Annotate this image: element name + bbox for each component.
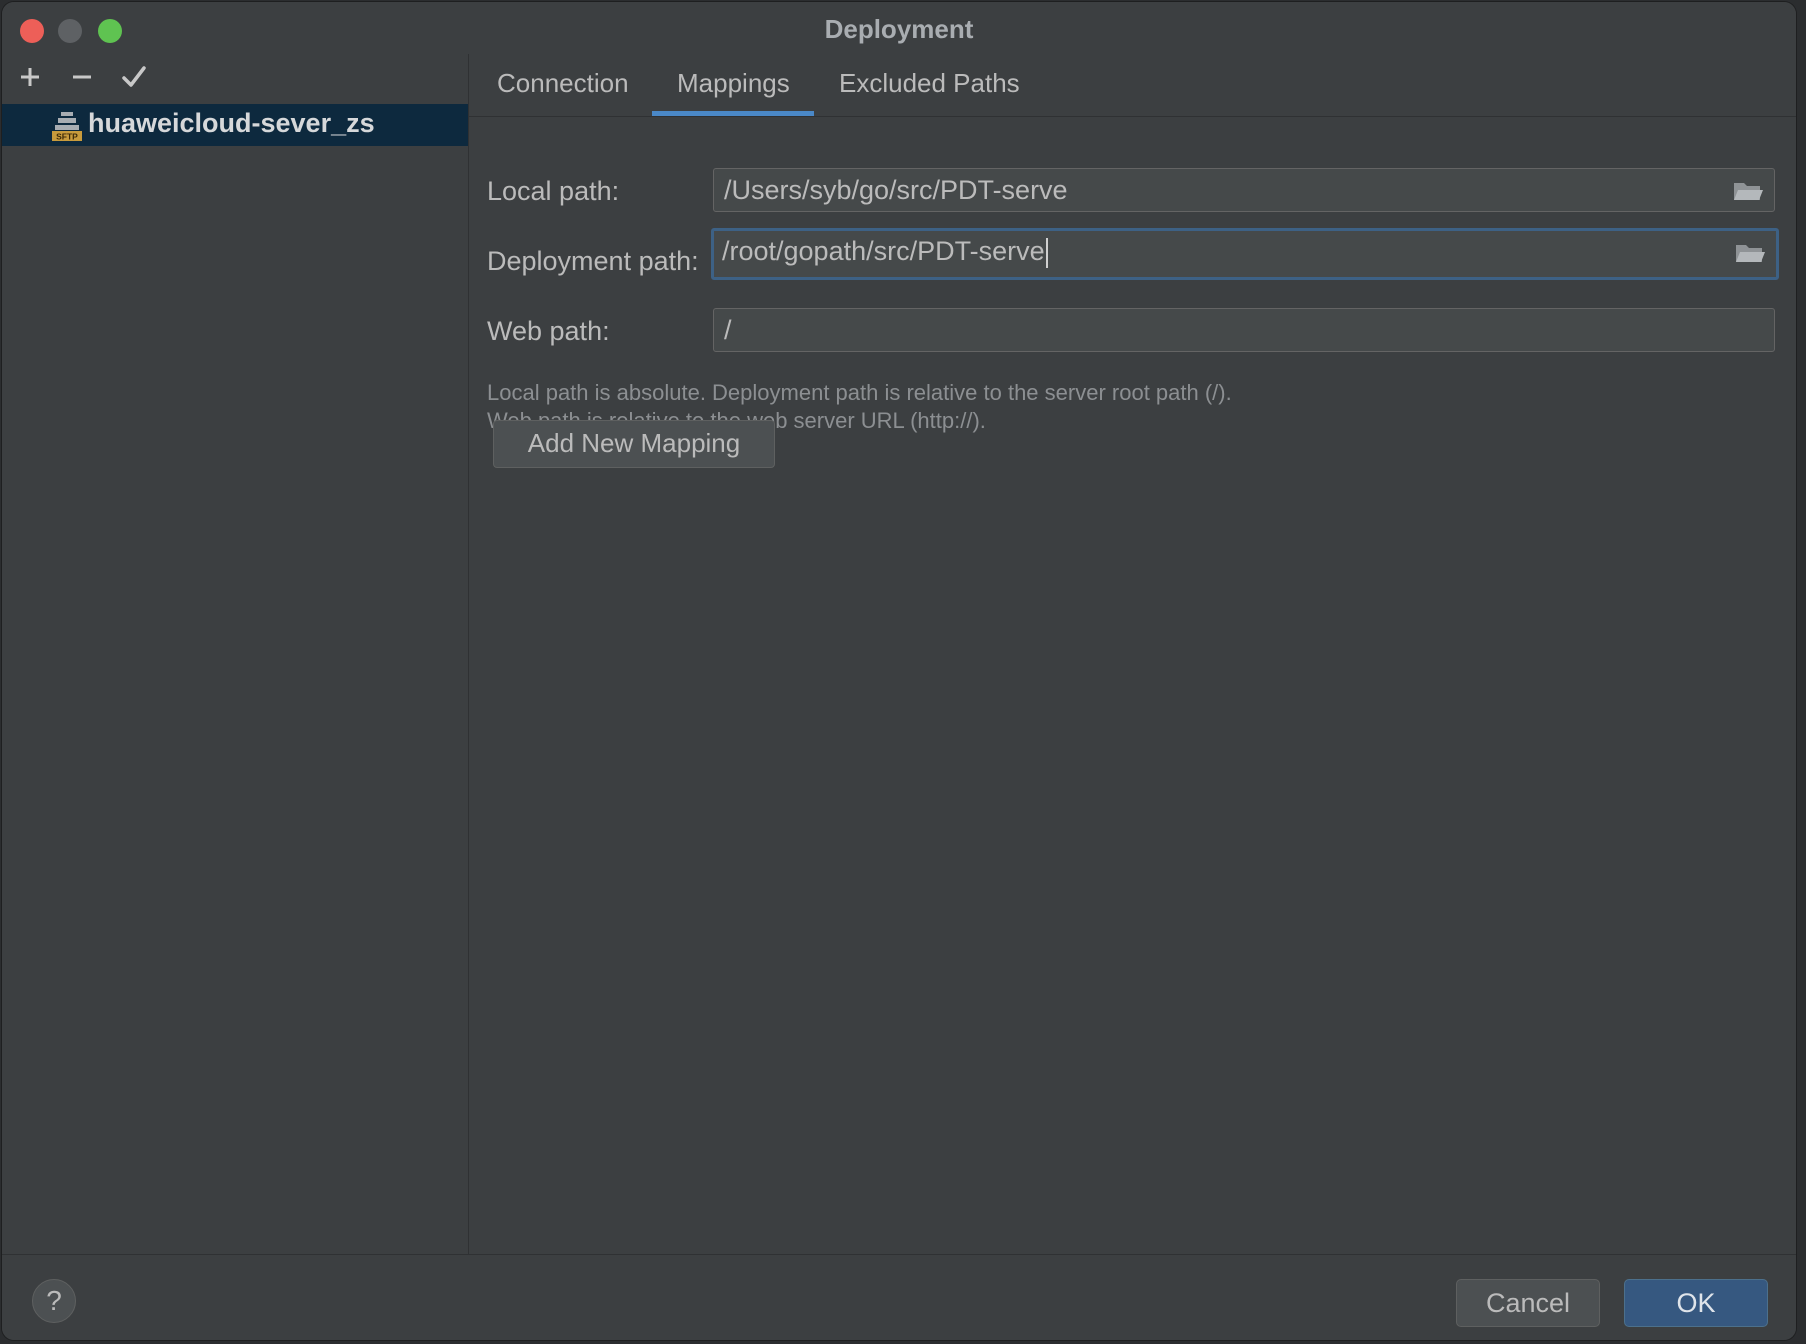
local-path-field[interactable]: /Users/syb/go/src/PDT-serve [713,168,1775,212]
server-list-toolbar [2,54,468,100]
tab-mappings[interactable]: Mappings [677,68,790,99]
tab-excluded-paths[interactable]: Excluded Paths [839,68,1020,99]
deployment-dialog: Deployment SFTP huaweicloud-sever_zs Con… [2,2,1796,1340]
web-path-field[interactable]: / [713,308,1775,352]
web-path-label: Web path: [487,316,610,346]
title-bar: Deployment [2,2,1796,55]
tab-connection[interactable]: Connection [497,68,629,99]
deployment-path-value: /root/gopath/src/PDT-serve [722,236,1048,268]
minus-icon[interactable] [64,60,100,94]
browse-folder-icon[interactable] [1732,178,1764,204]
settings-pane: Connection Mappings Excluded Paths Local… [469,54,1796,1254]
add-new-mapping-button[interactable]: Add New Mapping [493,420,775,468]
check-icon[interactable] [116,60,152,94]
server-list-pane: SFTP huaweicloud-sever_zs [2,54,469,1254]
web-path-value: / [724,315,732,345]
dialog-footer: ? Cancel OK [2,1254,1796,1340]
tab-bar: Connection Mappings Excluded Paths [469,54,1796,117]
sftp-server-icon: SFTP [51,110,83,142]
window-title: Deployment [824,14,974,44]
svg-text:SFTP: SFTP [56,132,78,142]
help-button[interactable]: ? [32,1279,76,1323]
local-path-label: Local path: [487,176,620,206]
server-name: huaweicloud-sever_zs [88,108,375,138]
cancel-button[interactable]: Cancel [1456,1279,1600,1327]
browse-folder-icon[interactable] [1734,240,1766,266]
active-tab-indicator [652,111,814,116]
text-caret [1045,237,1048,268]
deployment-path-label: Deployment path: [487,246,699,276]
deployment-path-field[interactable]: /root/gopath/src/PDT-serve [711,228,1779,280]
plus-icon[interactable] [12,60,48,94]
help-text-line-1: Local path is absolute. Deployment path … [487,380,1232,405]
local-path-value: /Users/syb/go/src/PDT-serve [724,175,1068,205]
server-list-item[interactable]: SFTP huaweicloud-sever_zs [2,104,468,146]
ok-button[interactable]: OK [1624,1279,1768,1327]
